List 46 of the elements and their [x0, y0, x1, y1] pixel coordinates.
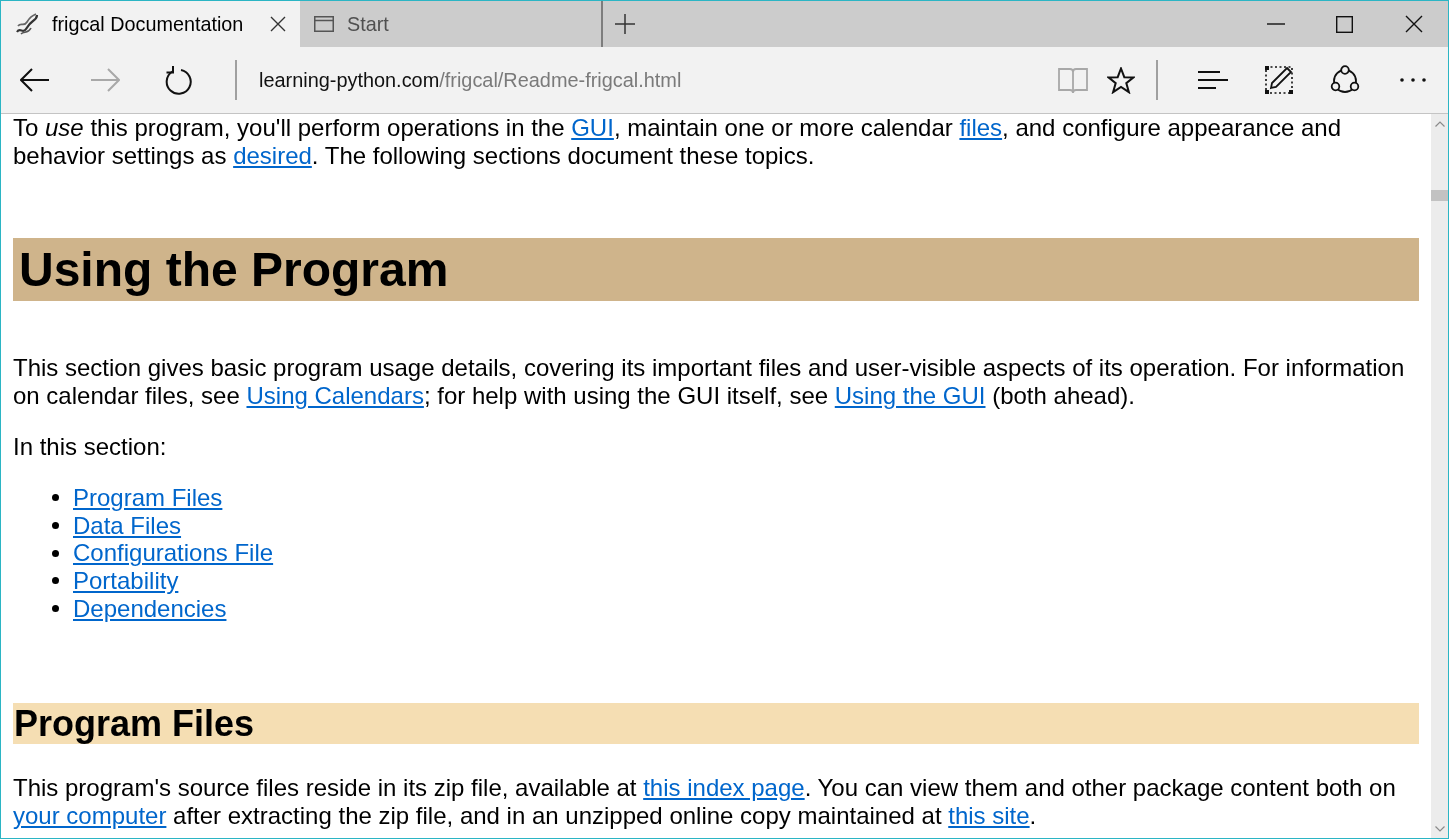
close-tab-button[interactable] [270, 16, 286, 32]
arrow-right-icon [90, 68, 120, 92]
paragraph: This section gives basic program usage details, covering its important files and user-visible aspects of its operation. For information on calendar files, see Using Calendars; for help with using the GUI itself, see Using the GUI (both ahead). [13, 354, 1406, 410]
maximize-icon [1336, 15, 1353, 33]
link[interactable]: Configurations File [73, 539, 274, 567]
more-icon [1400, 78, 1426, 82]
link[interactable]: files [959, 114, 1003, 141]
link[interactable]: Data Files [73, 511, 182, 540]
bullet-icon [52, 577, 59, 585]
bullet-icon [52, 605, 59, 613]
tab[interactable]: frigcal Documentation [1, 1, 300, 47]
close-icon [270, 16, 286, 32]
link[interactable]: GUI [571, 114, 614, 141]
subsection-heading: Program Files [13, 703, 1419, 745]
link[interactable]: Using the GUI [834, 381, 986, 409]
bullet-icon [52, 494, 59, 502]
plus-icon [615, 14, 635, 34]
star-icon [1107, 66, 1135, 94]
book-icon [1058, 66, 1088, 94]
link[interactable]: Using Calendars [246, 381, 424, 409]
chevron-down-icon[interactable] [1434, 826, 1445, 832]
section-heading: Using the Program [13, 238, 1419, 302]
paragraph: To use this program, you'll perform operations in the GUI, maintain one or more calendar files, and configure appearance and behavior settings as desired. The following sections document these topics. [13, 114, 1342, 170]
share-icon [1330, 65, 1360, 95]
close-icon [1404, 15, 1423, 33]
link[interactable]: this index page [643, 774, 805, 802]
address-field[interactable]: learning-python.com/frigcal/Readme-frigcal.html [257, 64, 684, 96]
hub-icon [1198, 71, 1228, 89]
link[interactable]: desired [233, 141, 312, 169]
paragraph: In this section: [13, 433, 168, 461]
squiggle-icon [15, 12, 39, 36]
minimize-icon [1266, 23, 1285, 25]
link[interactable]: your computer [13, 802, 167, 829]
arrow-left-icon [20, 68, 50, 92]
paragraph: This program's source files reside in its zip file, available at this index page. You can view them and other package content both on your computer after extracting the zip file, and in an unzipped online copy maintained at this site. [13, 774, 1397, 830]
scrollbar-thumb[interactable] [1431, 190, 1448, 201]
bullet-icon [52, 522, 59, 529]
link[interactable]: this site [948, 802, 1030, 829]
link[interactable]: Program Files [73, 484, 223, 512]
bullet-icon [52, 549, 59, 557]
window-icon [314, 16, 334, 32]
link[interactable]: Portability [73, 567, 179, 595]
pen-icon [1265, 66, 1293, 94]
refresh-icon [164, 65, 192, 95]
chevron-up-icon[interactable] [1434, 121, 1445, 127]
link[interactable]: Dependencies [73, 594, 227, 623]
